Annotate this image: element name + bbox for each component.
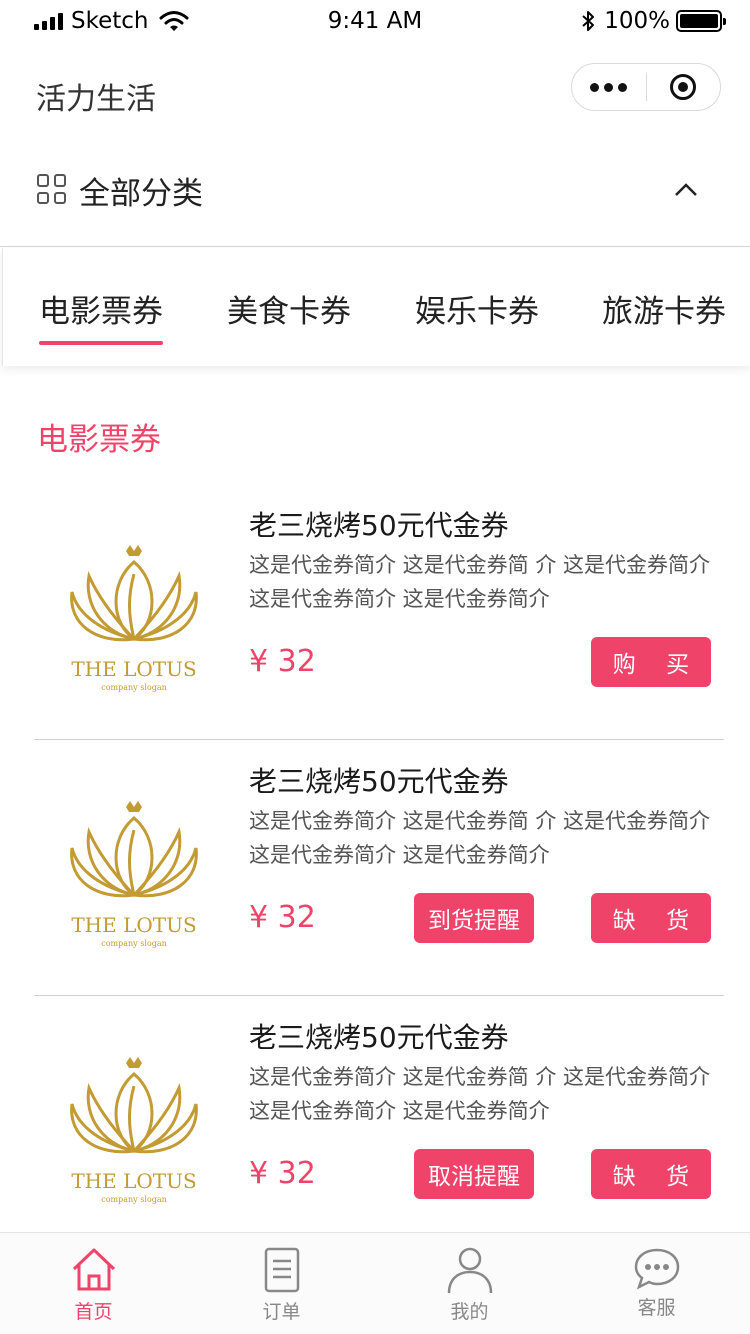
tab-food[interactable]: 美食卡券 [227, 286, 351, 331]
item-title: 老三烧烤50元代金券 [249, 1021, 509, 1054]
more-icon[interactable] [572, 82, 646, 92]
document-icon [264, 1247, 300, 1293]
logo-brand: THE LOTUS [71, 657, 196, 681]
cancel-notify-button[interactable]: 取消提醒 [414, 1149, 534, 1199]
tab-travel[interactable]: 旅游卡券 [602, 286, 726, 331]
notify-arrival-button[interactable]: 到货提醒 [414, 893, 534, 943]
tabbar-profile-label: 我的 [450, 1301, 489, 1323]
chevron-up-icon[interactable] [674, 178, 698, 202]
lotus-logo: THE LOTUS company slogan [34, 504, 234, 704]
item-title: 老三烧烤50元代金券 [249, 765, 509, 798]
tabbar-home-label: 首页 [74, 1301, 113, 1323]
item-description: 这是代金券简介 这是代金券简 介 这是代金券简介 这是代金券简介 这是代金券简介 [249, 553, 711, 611]
section-title: 电影票券 [37, 422, 161, 458]
tabbar-service-label: 客服 [637, 1297, 676, 1319]
category-label: 全部分类 [79, 176, 203, 212]
tabbar-service[interactable]: 客服 [563, 1233, 750, 1334]
item-price: ¥ 32 [249, 644, 316, 679]
status-right: 100% [580, 8, 726, 34]
battery-icon [676, 10, 726, 32]
bluetooth-icon [582, 11, 595, 31]
logo-slogan: company slogan [101, 683, 167, 692]
status-bar: Sketch 9:41 AM 100% [0, 0, 750, 44]
tabbar-orders-label: 订单 [262, 1301, 301, 1323]
tabbar-home[interactable]: 首页 [0, 1233, 187, 1334]
category-toggle[interactable]: 全部分类 [0, 150, 750, 246]
divider [0, 246, 750, 247]
tab-movie[interactable]: 电影票券 [39, 286, 163, 345]
page-title: 活力生活 [36, 82, 156, 117]
out-of-stock-button[interactable]: 缺 货 [591, 893, 711, 943]
item-price: ¥ 32 [249, 1156, 316, 1191]
logo-brand: THE LOTUS [71, 913, 196, 937]
item-title: 老三烧烤50元代金券 [249, 509, 509, 542]
item-price: ¥ 32 [249, 900, 316, 935]
list-item[interactable]: THE LOTUS company slogan 老三烧烤50元代金券 这是代金… [0, 996, 750, 1252]
list-item[interactable]: THE LOTUS company slogan 老三烧烤50元代金券 这是代金… [0, 740, 750, 996]
home-icon [72, 1248, 116, 1291]
user-icon [447, 1247, 493, 1293]
lotus-logo: THE LOTUS company slogan [34, 1016, 234, 1216]
chat-icon [634, 1248, 680, 1290]
out-of-stock-button[interactable]: 缺 货 [591, 1149, 711, 1199]
close-target-icon[interactable] [647, 74, 721, 100]
tabbar-profile[interactable]: 我的 [376, 1233, 563, 1334]
grid-icon [37, 174, 67, 204]
logo-brand: THE LOTUS [71, 1169, 196, 1193]
mini-program-capsule [571, 63, 721, 111]
item-description: 这是代金券简介 这是代金券简 介 这是代金券简介 这是代金券简介 这是代金券简介 [249, 809, 711, 867]
battery-label: 100% [604, 8, 670, 34]
item-description: 这是代金券简介 这是代金券简 介 这是代金券简介 这是代金券简介 这是代金券简介 [249, 1065, 711, 1123]
bottom-tab-bar: 首页 订单 我的 客服 [0, 1232, 750, 1334]
buy-button[interactable]: 购 买 [591, 637, 711, 687]
tabbar-orders[interactable]: 订单 [188, 1233, 375, 1334]
list-item[interactable]: THE LOTUS company slogan 老三烧烤50元代金券 这是代金… [0, 484, 750, 740]
lotus-logo: THE LOTUS company slogan [34, 760, 234, 960]
tab-entertainment[interactable]: 娱乐卡券 [415, 286, 539, 331]
logo-slogan: company slogan [101, 1195, 167, 1204]
logo-slogan: company slogan [101, 939, 167, 948]
category-tabs: 电影票券 美食卡券 娱乐卡券 旅游卡券 [2, 248, 750, 366]
